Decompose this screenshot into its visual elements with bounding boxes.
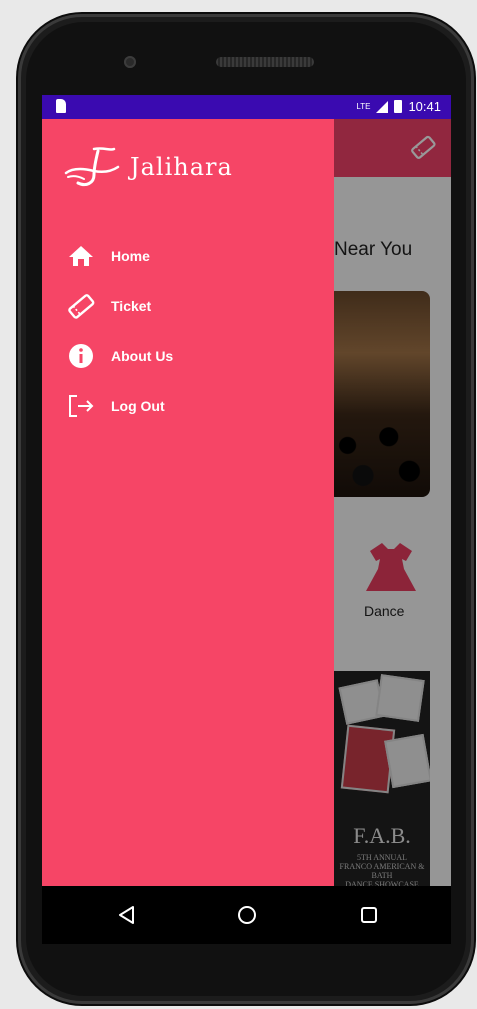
menu-item-label: Home [111, 248, 150, 264]
sd-card-icon [56, 99, 66, 113]
menu-item-log-out[interactable]: Log Out [42, 381, 334, 431]
menu-item-home[interactable]: Home [42, 231, 334, 281]
status-bar: LTE 10:41 [42, 95, 451, 119]
system-navigation-bar [42, 886, 451, 944]
clock: 10:41 [408, 99, 441, 114]
drawer-header: Jalihara [64, 145, 233, 189]
navigation-drawer: Jalihara Home Ticket About Us Log Out [42, 119, 334, 886]
jalihara-logo-icon [64, 147, 120, 187]
network-type: LTE [356, 102, 371, 111]
earpiece-speaker [216, 57, 314, 67]
logout-icon [66, 393, 96, 419]
recents-icon[interactable] [356, 902, 382, 928]
menu-item-label: About Us [111, 348, 174, 364]
app-name: Jalihara [130, 153, 233, 181]
home-icon [66, 243, 96, 269]
info-icon [66, 343, 96, 369]
menu-item-about-us[interactable]: About Us [42, 331, 334, 381]
home-circle-icon[interactable] [234, 902, 260, 928]
signal-icon [376, 100, 389, 113]
back-icon[interactable] [114, 902, 140, 928]
device-screen: LTE 10:41 Near You Dance F.A.B. 5TH ANNU… [42, 95, 451, 886]
menu-item-label: Ticket [111, 298, 152, 314]
drawer-menu: Home Ticket About Us Log Out [42, 231, 334, 431]
battery-icon [394, 100, 403, 113]
menu-item-label: Log Out [111, 398, 165, 414]
ticket-icon [66, 293, 96, 319]
front-camera [124, 56, 136, 68]
menu-item-ticket[interactable]: Ticket [42, 281, 334, 331]
